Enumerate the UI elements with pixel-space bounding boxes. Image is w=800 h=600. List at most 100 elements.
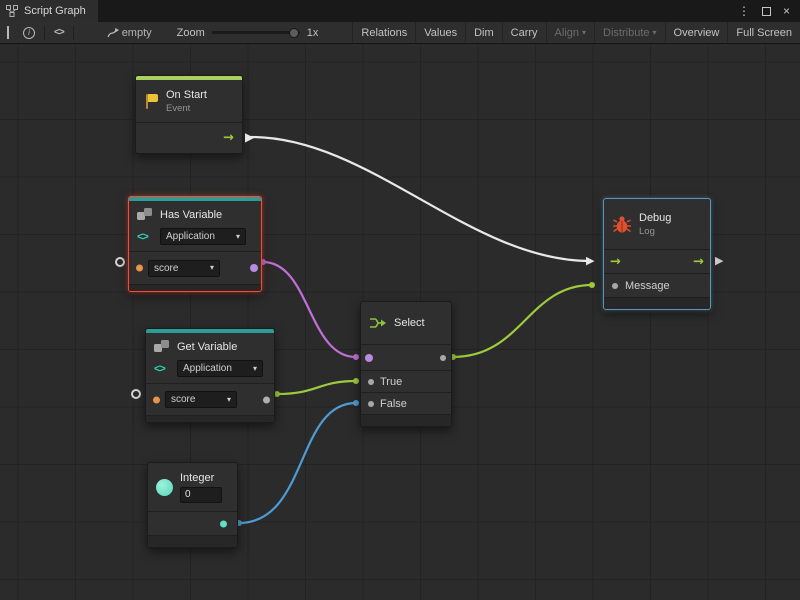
node-subtitle: Log xyxy=(639,226,671,237)
node-title: On Start xyxy=(166,89,207,101)
bug-icon xyxy=(612,215,632,234)
tab-title: Script Graph xyxy=(24,5,86,17)
relations-button[interactable]: Relations xyxy=(352,22,415,43)
wire-onstart-to-log[interactable] xyxy=(251,137,590,261)
node-header: Integer xyxy=(148,463,237,511)
flow-port-row: → → xyxy=(604,249,710,273)
false-port-label: False xyxy=(380,398,407,410)
toolbar-divider xyxy=(44,26,45,40)
chevron-down-icon: ▾ xyxy=(582,29,586,37)
wire-hasvariable-to-select[interactable] xyxy=(263,262,356,357)
node-title: Debug xyxy=(639,212,671,224)
node-footer xyxy=(148,535,237,547)
true-port-label: True xyxy=(380,376,402,388)
align-button-label: Align xyxy=(555,27,579,39)
flow-output-port[interactable]: → xyxy=(693,255,704,268)
selection-group: empty xyxy=(100,22,159,43)
node-header: Debug Log xyxy=(604,199,710,249)
chevron-down-icon: ▾ xyxy=(653,29,657,37)
distribute-button[interactable]: Distribute ▾ xyxy=(594,22,664,43)
node-title: Get Variable xyxy=(177,341,237,353)
condition-port-row xyxy=(361,344,451,370)
zoom-slider[interactable] xyxy=(212,31,300,34)
variable-name-label: score xyxy=(154,263,178,274)
variables-icon xyxy=(154,340,171,353)
flow-output-stub: ▶ xyxy=(715,255,723,266)
name-input-port[interactable] xyxy=(153,396,160,403)
scope-dropdown[interactable]: Application ▾ xyxy=(160,228,246,245)
selection-output-port[interactable] xyxy=(440,355,446,361)
lock-icon[interactable] xyxy=(0,22,16,43)
condition-input-port[interactable] xyxy=(365,354,373,362)
on-start-node[interactable]: On Start Event → xyxy=(135,75,243,154)
true-port-row: True xyxy=(361,370,451,392)
node-title: Integer xyxy=(180,472,222,484)
has-variable-node[interactable]: Has Variable <> Application ▾ score ▾ xyxy=(128,196,262,292)
tab-script-graph[interactable]: Script Graph xyxy=(0,0,98,22)
zoom-slider-knob[interactable] xyxy=(289,28,299,38)
toolbar-divider xyxy=(73,26,74,40)
true-input-port[interactable] xyxy=(368,379,374,385)
scope-dropdown[interactable]: Application ▾ xyxy=(177,360,263,377)
node-header: Select xyxy=(361,302,451,344)
code-icon: <> xyxy=(154,363,171,375)
wire-getvariable-to-select[interactable] xyxy=(277,381,356,394)
get-variable-node[interactable]: Get Variable <> Application ▾ score ▾ xyxy=(145,328,275,423)
code-view-icon[interactable]: <> xyxy=(47,22,71,43)
variables-icon xyxy=(137,208,154,221)
carry-button[interactable]: Carry xyxy=(502,22,546,43)
bool-output-port[interactable] xyxy=(250,264,258,272)
debug-log-node[interactable]: Debug Log → → Message xyxy=(603,198,711,310)
distribute-button-label: Distribute xyxy=(603,27,649,39)
align-button[interactable]: Align ▾ xyxy=(546,22,594,43)
selection-status: empty xyxy=(122,27,152,39)
variable-name-dropdown[interactable]: score ▾ xyxy=(165,391,237,408)
name-input-port[interactable] xyxy=(136,265,143,272)
false-port-row: False xyxy=(361,392,451,414)
flow-connection-arrow: ▶ xyxy=(245,131,254,143)
window-title-bar: Script Graph ⋮ × xyxy=(0,0,800,22)
integer-value-input[interactable] xyxy=(180,487,222,503)
chevron-down-icon: ▾ xyxy=(236,233,240,241)
variable-name-dropdown[interactable]: score ▾ xyxy=(148,260,220,277)
node-subtitle: Event xyxy=(166,103,207,114)
overview-button[interactable]: Overview xyxy=(665,22,728,43)
info-icon[interactable]: i xyxy=(16,22,42,43)
zoom-label: Zoom xyxy=(177,27,205,39)
chevron-down-icon: ▾ xyxy=(253,365,257,373)
wire-select-to-log[interactable] xyxy=(453,285,592,357)
window-maximize-icon[interactable] xyxy=(762,7,771,16)
false-input-port[interactable] xyxy=(368,401,374,407)
connection-mode-icon xyxy=(107,27,120,39)
integer-icon xyxy=(156,479,173,496)
scope-dropdown-label: Application xyxy=(166,231,215,242)
graph-icon xyxy=(6,5,18,17)
flag-icon xyxy=(144,93,159,110)
integer-node[interactable]: Integer xyxy=(147,462,238,548)
unconnected-input-port[interactable] xyxy=(131,389,141,399)
select-node[interactable]: Select True False xyxy=(360,301,452,427)
wire-endpoint xyxy=(589,282,595,288)
message-input-port[interactable] xyxy=(612,283,618,289)
dim-button[interactable]: Dim xyxy=(465,22,502,43)
window-close-icon[interactable]: × xyxy=(783,4,790,18)
select-icon xyxy=(369,316,387,330)
node-footer xyxy=(361,414,451,426)
wire-endpoint xyxy=(353,354,359,360)
values-button[interactable]: Values xyxy=(415,22,465,43)
flow-output-port[interactable]: → xyxy=(223,132,234,145)
unconnected-input-port[interactable] xyxy=(115,257,125,267)
output-port-row xyxy=(148,511,237,535)
graph-canvas[interactable]: On Start Event → ▶ Has Variable <> Appli… xyxy=(0,44,800,600)
window-menu-icon[interactable]: ⋮ xyxy=(738,4,750,18)
value-output-port[interactable] xyxy=(263,396,270,403)
integer-output-port[interactable] xyxy=(220,520,227,527)
flow-input-port[interactable]: → xyxy=(610,255,621,268)
flow-connection-arrow: ▶ xyxy=(586,255,594,266)
port-row: score ▾ xyxy=(146,383,274,415)
node-title: Select xyxy=(394,317,425,329)
scope-dropdown-label: Application xyxy=(183,363,232,374)
node-header: Has Variable <> Application ▾ xyxy=(129,201,261,251)
fullscreen-button[interactable]: Full Screen xyxy=(727,22,800,43)
port-row: score ▾ xyxy=(129,251,261,284)
